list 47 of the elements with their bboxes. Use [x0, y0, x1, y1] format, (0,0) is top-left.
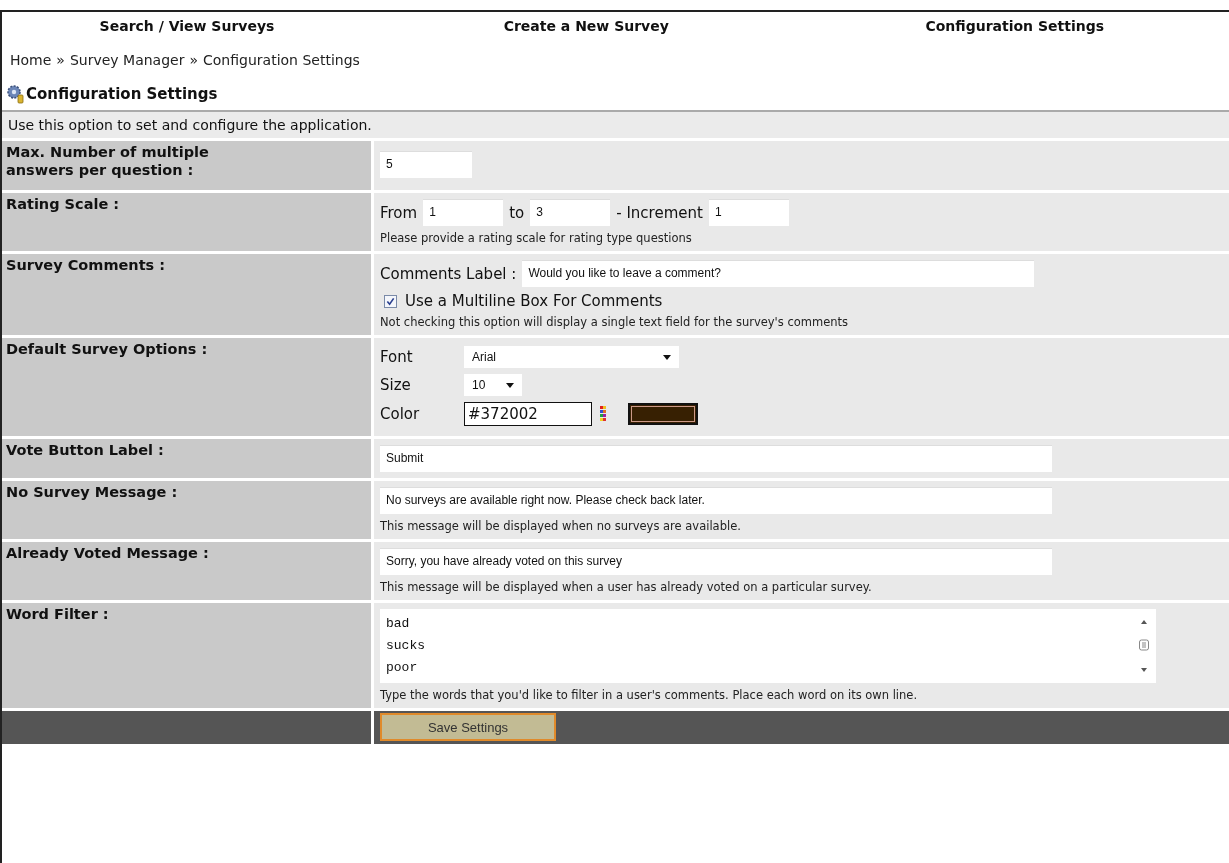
increment-label: - Increment	[616, 203, 703, 222]
color-label: Color	[380, 405, 421, 423]
color-field[interactable]: #372002	[464, 402, 592, 426]
breadcrumb-link[interactable]: Home	[10, 52, 52, 68]
from-label: From	[380, 203, 418, 222]
setting-label: Already Voted Message :	[6, 544, 209, 562]
hint-text: Not checking this option will display a single text field for the survey's comments	[380, 315, 849, 329]
gears-icon	[6, 84, 26, 104]
nav-link[interactable]: Configuration Settings	[800, 18, 1229, 34]
page-title: Configuration Settings	[26, 85, 218, 103]
to-field[interactable]: 3	[530, 199, 611, 226]
comments-field[interactable]: Would you like to leave a comment?	[522, 260, 1035, 287]
nav-link[interactable]: Search / View Surveys	[2, 18, 372, 34]
setting-label: Vote Button Label :	[6, 441, 164, 459]
color-picker-icon[interactable]	[600, 406, 606, 422]
comments-label: Comments Label :	[380, 264, 517, 283]
hint-text: Please provide a rating scale for rating type questions	[380, 231, 692, 245]
intro-text: Use this option to set and configure the application.	[2, 112, 1229, 141]
save-settings-button[interactable]: Save Settings	[380, 713, 556, 741]
number-field[interactable]: 5	[380, 151, 472, 178]
text-field[interactable]: Sorry, you have already voted on this survey	[380, 548, 1052, 575]
hint-text: Type the words that you'd like to filter in a user's comments. Place each word on its own line.	[380, 688, 918, 702]
to-label: to	[509, 203, 525, 222]
breadcrumb-link[interactable]: Configuration Settings	[203, 52, 360, 68]
hint-text: This message will be displayed when a user has already voted on a particular survey.	[380, 580, 872, 594]
setting-label: Survey Comments :	[6, 256, 166, 274]
word-filter-textarea[interactable]: bad sucks poor	[380, 609, 1156, 683]
setting-label: Rating Scale :	[6, 195, 120, 213]
text-field[interactable]: Submit	[380, 445, 1052, 472]
setting-label: Default Survey Options :	[6, 340, 208, 358]
increment-field[interactable]: 1	[708, 199, 789, 226]
hint-text: This message will be displayed when no surveys are available.	[380, 519, 741, 533]
setting-label: Max. Number of multiple answers per question :	[6, 143, 210, 179]
setting-label: Word Filter :	[6, 605, 109, 623]
text-field[interactable]: No surveys are available right now. Please check back later.	[380, 487, 1052, 514]
breadcrumb-separator: »	[56, 52, 65, 68]
size-dropdown[interactable]: 10	[464, 374, 522, 396]
font-dropdown[interactable]: Arial	[464, 346, 679, 368]
checkbox[interactable]	[384, 294, 397, 308]
font-label: Font	[380, 348, 414, 366]
checkbox-label: Use a Multiline Box For Comments	[405, 292, 663, 310]
nav-link[interactable]: Create a New Survey	[372, 18, 801, 34]
setting-label: No Survey Message :	[6, 483, 178, 501]
size-label: Size	[380, 376, 412, 394]
breadcrumb-link[interactable]: Survey Manager	[69, 52, 185, 68]
from-field[interactable]: 1	[423, 199, 504, 226]
breadcrumb-separator: »	[189, 52, 198, 68]
